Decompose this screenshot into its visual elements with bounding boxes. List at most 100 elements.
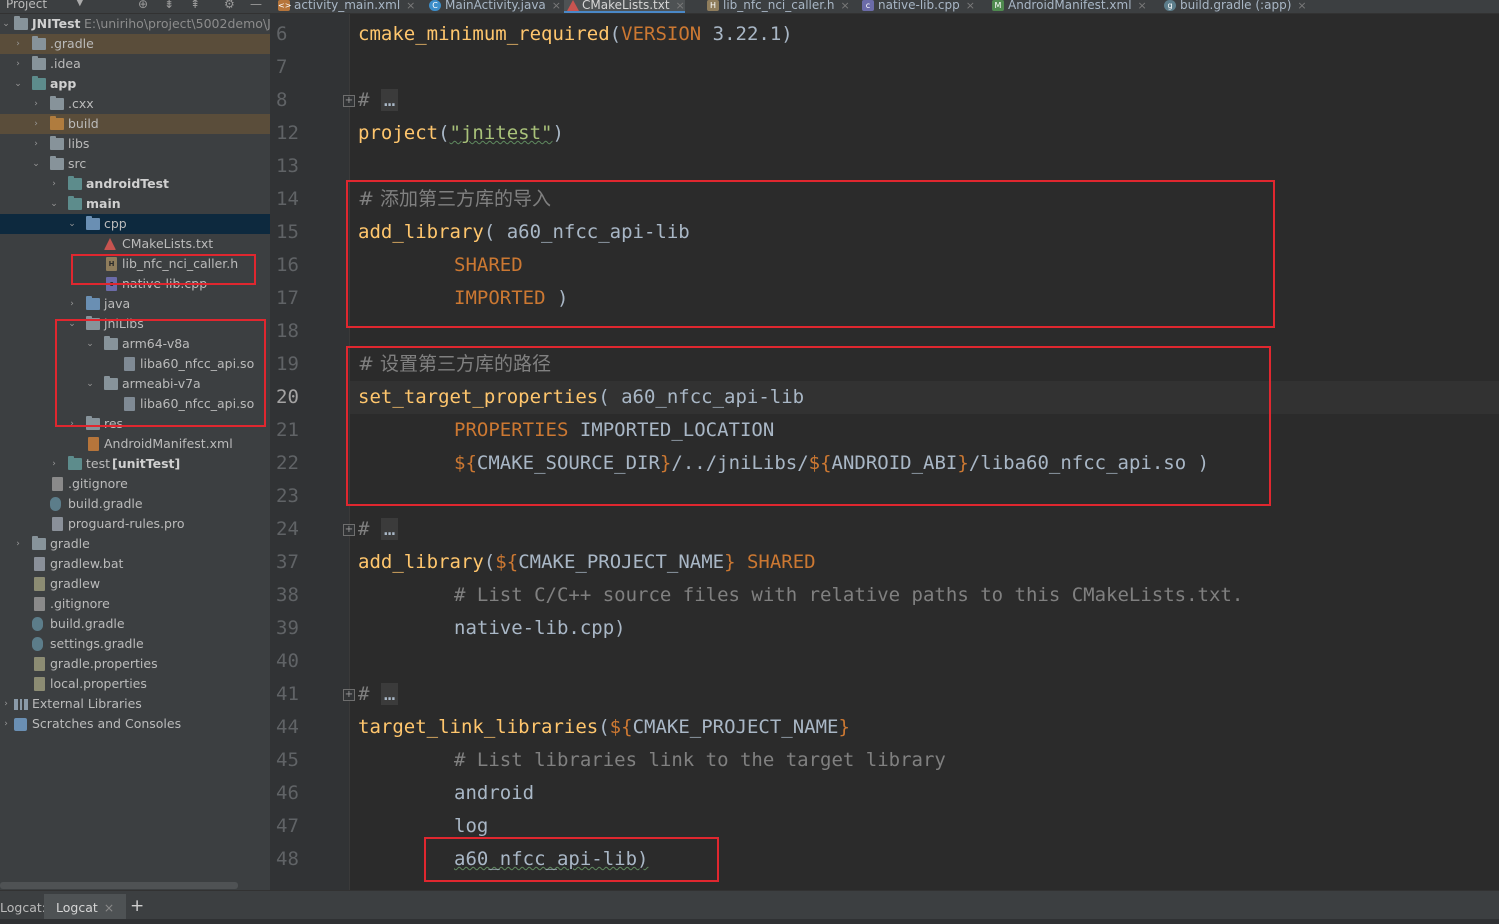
tab-cmakelists-txt[interactable]: CMakeLists.txt × <box>564 0 685 13</box>
tree-item-settings-gradle[interactable]: settings.gradle <box>0 634 270 654</box>
chevron-right-icon[interactable]: › <box>66 294 78 314</box>
tree-item-so-armeabi[interactable]: liba60_nfcc_api.so <box>0 394 270 414</box>
tree-item-gradlew-bat[interactable]: gradlew.bat <box>0 554 270 574</box>
tree-item-cmakelists[interactable]: CMakeLists.txt <box>0 234 270 254</box>
code-token: add_library <box>358 551 484 573</box>
close-icon[interactable]: × <box>552 0 561 12</box>
chevron-right-icon[interactable]: › <box>48 454 60 474</box>
tree-item-app[interactable]: ⌄ app <box>0 74 270 94</box>
tab-logcat[interactable]: Logcat × <box>44 894 127 922</box>
chevron-right-icon[interactable]: › <box>48 174 60 194</box>
tree-item-build-gradle-app[interactable]: build.gradle <box>0 494 270 514</box>
line-number: 38 <box>276 584 299 606</box>
folded-region[interactable]: … <box>380 683 399 705</box>
code-token: ${ <box>609 716 633 738</box>
add-tab-icon[interactable]: + <box>130 896 144 916</box>
tab-lib-nfc-nci-caller-h[interactable]: H lib_nfc_nci_caller.h × <box>705 0 850 13</box>
tree-item-cpp[interactable]: ⌄ cpp <box>0 214 270 234</box>
tree-item-arm64-v8a[interactable]: ⌄ arm64-v8a <box>0 334 270 354</box>
tab-mainactivity-java[interactable]: C MainActivity.java × <box>427 0 561 13</box>
close-icon[interactable]: × <box>104 900 114 915</box>
folded-region[interactable]: … <box>380 89 399 111</box>
tree-item-androidtest[interactable]: › androidTest <box>0 174 270 194</box>
globe-icon[interactable]: ⊕ <box>138 0 148 11</box>
fold-expand-icon[interactable]: + <box>343 689 355 701</box>
tree-item-gradlew[interactable]: gradlew <box>0 574 270 594</box>
code-token: /liba60_nfcc_api.so ) <box>968 452 1210 474</box>
code-line-24-folded[interactable]: # … <box>358 513 399 546</box>
tree-item-gitignore-app[interactable]: .gitignore <box>0 474 270 494</box>
tree-root-jnitest[interactable]: ⌄ JNITest E:\uniriho\project\5002demo\JN <box>0 14 270 34</box>
chevron-right-icon[interactable]: › <box>30 134 42 154</box>
tab-native-lib-cpp[interactable]: c native-lib.cpp × <box>860 0 975 13</box>
tree-item-armeabi-v7a[interactable]: ⌄ armeabi-v7a <box>0 374 270 394</box>
chevron-right-icon[interactable]: › <box>66 414 78 434</box>
tree-item-build-gradle-root[interactable]: build.gradle <box>0 614 270 634</box>
chevron-right-icon[interactable]: › <box>0 714 12 734</box>
fold-expand-icon[interactable]: + <box>343 95 355 107</box>
chevron-right-icon[interactable]: › <box>30 94 42 114</box>
scratches-icon <box>14 718 27 731</box>
chevron-right-icon[interactable]: › <box>12 534 24 554</box>
chevron-down-icon[interactable]: ⌄ <box>30 154 42 174</box>
close-icon[interactable]: × <box>1297 0 1306 12</box>
close-icon[interactable]: × <box>1138 0 1147 12</box>
chevron-down-icon[interactable]: ⌄ <box>66 214 78 234</box>
code-line-8-folded[interactable]: # … <box>358 84 399 117</box>
tree-item-androidmanifest[interactable]: AndroidManifest.xml <box>0 434 270 454</box>
tree-item-cxx[interactable]: › .cxx <box>0 94 270 114</box>
minimize-icon[interactable]: — <box>250 0 262 11</box>
tree-item-proguard[interactable]: proguard-rules.pro <box>0 514 270 534</box>
close-icon[interactable]: × <box>841 0 850 12</box>
chevron-right-icon[interactable]: › <box>12 34 24 54</box>
tree-item-gradle-properties[interactable]: gradle.properties <box>0 654 270 674</box>
collapse-all-icon[interactable]: ⇟ <box>164 0 174 11</box>
chevron-down-icon[interactable]: ⌄ <box>84 334 96 354</box>
chevron-right-icon[interactable]: › <box>30 114 42 134</box>
tree-item-gradle[interactable]: › gradle <box>0 534 270 554</box>
tree-item-test[interactable]: › test [unitTest] <box>0 454 270 474</box>
fold-expand-icon[interactable]: + <box>343 524 355 536</box>
tree-horizontal-scrollbar[interactable] <box>0 882 238 889</box>
tree-item-libs[interactable]: › libs <box>0 134 270 154</box>
tree-item-external-libraries[interactable]: › External Libraries <box>0 694 270 714</box>
tree-item-scratches[interactable]: › Scratches and Consoles <box>0 714 270 734</box>
line-number: 15 <box>276 221 299 243</box>
settings-icon[interactable]: ⚙ <box>224 0 235 11</box>
tree-item-so-arm64[interactable]: liba60_nfcc_api.so <box>0 354 270 374</box>
tree-item-jnilibs[interactable]: ⌄ jniLibs <box>0 314 270 334</box>
tab-build-gradle-app[interactable]: g build.gradle (:app) × <box>1162 0 1307 13</box>
tree-item-local-properties[interactable]: local.properties <box>0 674 270 694</box>
chevron-down-icon[interactable]: ⌄ <box>66 314 78 334</box>
chevron-down-icon[interactable]: ⌄ <box>0 14 12 34</box>
code-line-44: target_link_libraries(${CMAKE_PROJECT_NA… <box>358 711 850 744</box>
tree-item-main[interactable]: ⌄ main <box>0 194 270 214</box>
chevron-right-icon[interactable]: › <box>0 694 12 714</box>
tree-item-lib-nfc-nci-caller-h[interactable]: H lib_nfc_nci_caller.h <box>0 254 270 274</box>
tree-item-build[interactable]: › build <box>0 114 270 134</box>
project-view-label[interactable]: Project <box>6 0 47 11</box>
close-icon[interactable]: × <box>966 0 975 12</box>
folded-region[interactable]: … <box>380 518 399 540</box>
tree-item-java[interactable]: › java <box>0 294 270 314</box>
expand-all-icon[interactable]: ⇞ <box>190 0 200 11</box>
close-icon[interactable]: × <box>406 0 415 12</box>
tree-item-src[interactable]: ⌄ src <box>0 154 270 174</box>
folder-icon <box>32 536 46 550</box>
chevron-down-icon[interactable]: ⌄ <box>12 74 24 94</box>
close-icon[interactable]: × <box>676 0 685 12</box>
tree-item-gitignore-root[interactable]: .gitignore <box>0 594 270 614</box>
chevron-right-icon[interactable]: › <box>12 54 24 74</box>
tab-androidmanifest-xml[interactable]: M AndroidManifest.xml × <box>990 0 1147 13</box>
chevron-down-icon[interactable]: ⌄ <box>84 374 96 394</box>
tab-activity-main-xml[interactable]: <> activity_main.xml × <box>276 0 415 13</box>
chevron-down-icon[interactable]: ⌄ <box>48 194 60 214</box>
tree-item-idea[interactable]: › .idea <box>0 54 270 74</box>
tree-item-native-lib-cpp[interactable]: c native-lib.cpp <box>0 274 270 294</box>
tree-item-label: androidTest <box>86 176 170 191</box>
project-view-dropdown-icon[interactable]: ▼ <box>76 0 84 8</box>
code-line-41-folded[interactable]: # … <box>358 678 399 711</box>
tree-item-res[interactable]: › res <box>0 414 270 434</box>
tree-item-gradle-dir[interactable]: › .gradle <box>0 34 270 54</box>
code-token: project <box>358 122 439 144</box>
